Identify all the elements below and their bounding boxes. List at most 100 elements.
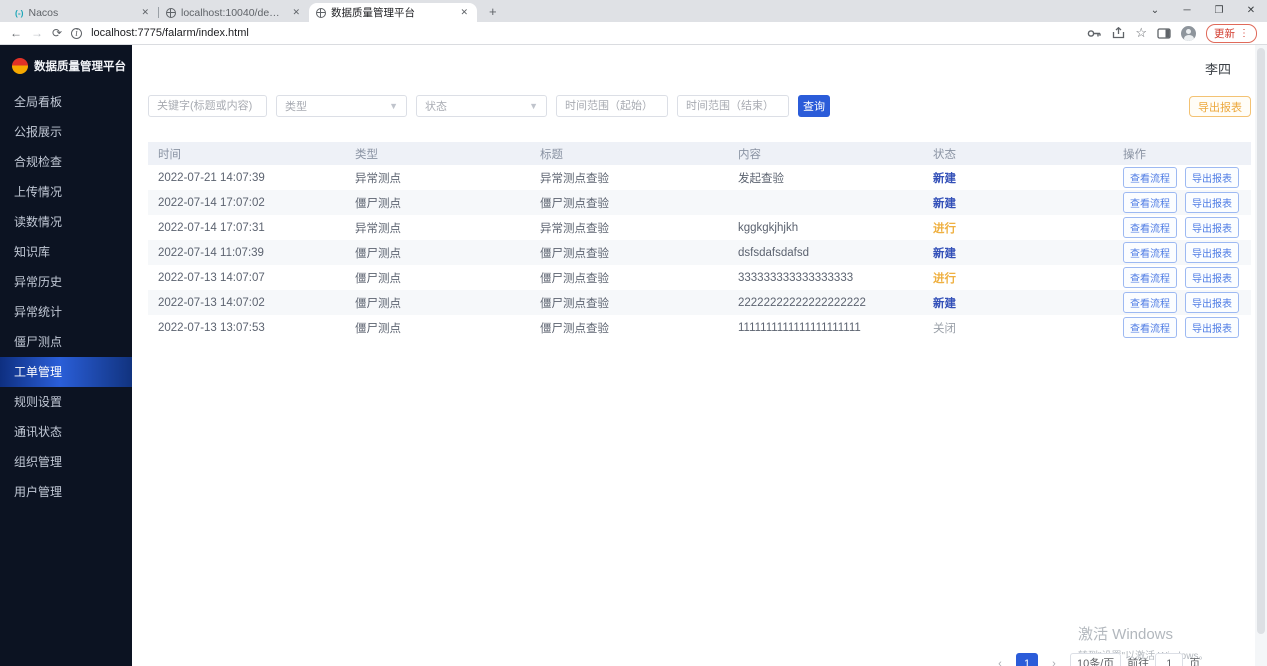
sidebar-item-4[interactable]: 读数情况 bbox=[0, 207, 132, 237]
status-select[interactable]: 状态 ▼ bbox=[416, 95, 547, 117]
work-order-table: 时间 类型 标题 内容 状态 操作 2022-07-21 14:07:39异常测… bbox=[148, 142, 1251, 340]
status-badge: 新建 bbox=[923, 245, 1113, 261]
page-scrollbar[interactable] bbox=[1255, 45, 1267, 666]
sidebar-item-7[interactable]: 异常统计 bbox=[0, 297, 132, 327]
table-row: 2022-07-13 14:07:07僵尸测点僵尸测点查验33333333333… bbox=[148, 265, 1251, 290]
view-process-button[interactable]: 查看流程 bbox=[1123, 292, 1177, 313]
tab-data-quality-platform[interactable]: 数据质量管理平台 ✕ bbox=[309, 3, 477, 22]
tab-close-icon[interactable]: ✕ bbox=[458, 7, 470, 18]
cell-operations: 查看流程导出报表 bbox=[1113, 292, 1251, 313]
user-name[interactable]: 李四 bbox=[1205, 59, 1231, 78]
column-header-type: 类型 bbox=[345, 146, 530, 162]
sidebar-item-13[interactable]: 用户管理 bbox=[0, 477, 132, 507]
status-badge: 进行 bbox=[923, 220, 1113, 236]
brand-logo-icon bbox=[12, 58, 28, 74]
view-process-button[interactable]: 查看流程 bbox=[1123, 167, 1177, 188]
export-report-row-button[interactable]: 导出报表 bbox=[1185, 292, 1239, 313]
export-report-row-button[interactable]: 导出报表 bbox=[1185, 317, 1239, 338]
chrome-update-button[interactable]: 更新 ⋮ bbox=[1206, 24, 1257, 43]
type-select-placeholder: 类型 bbox=[285, 98, 307, 114]
pagination-prev-icon[interactable]: ‹ bbox=[990, 653, 1010, 666]
view-process-button[interactable]: 查看流程 bbox=[1123, 317, 1177, 338]
export-report-button[interactable]: 导出报表 bbox=[1189, 96, 1251, 117]
cell-content: 1111111111111111111111 bbox=[728, 322, 923, 334]
search-button[interactable]: 查询 bbox=[798, 95, 830, 117]
cell-type: 僵尸测点 bbox=[345, 245, 530, 261]
table-row: 2022-07-14 17:07:02僵尸测点僵尸测点查验新建查看流程导出报表 bbox=[148, 190, 1251, 215]
cell-content: 22222222222222222222 bbox=[728, 297, 923, 309]
sidebar-item-5[interactable]: 知识库 bbox=[0, 237, 132, 267]
back-icon[interactable]: ← bbox=[10, 26, 22, 40]
time-range-end-input[interactable] bbox=[677, 95, 789, 117]
export-report-row-button[interactable]: 导出报表 bbox=[1185, 217, 1239, 238]
browser-tab-strip: (-) Nacos ✕ localhost:10040/demo/psjdbc … bbox=[0, 0, 1267, 22]
sidebar-item-1[interactable]: 公报展示 bbox=[0, 117, 132, 147]
export-report-row-button[interactable]: 导出报表 bbox=[1185, 242, 1239, 263]
window-chevron-icon[interactable]: ⌄ bbox=[1139, 0, 1171, 22]
scrollbar-thumb[interactable] bbox=[1257, 48, 1265, 634]
reload-icon[interactable]: ⟳ bbox=[52, 26, 62, 40]
view-process-button[interactable]: 查看流程 bbox=[1123, 217, 1177, 238]
brand: 数据质量管理平台 bbox=[0, 45, 132, 83]
sidebar-item-0[interactable]: 全局看板 bbox=[0, 87, 132, 117]
status-select-placeholder: 状态 bbox=[425, 98, 447, 114]
site-info-icon[interactable]: i bbox=[71, 28, 82, 39]
status-badge: 新建 bbox=[923, 295, 1113, 311]
cell-title: 僵尸测点查验 bbox=[530, 245, 728, 261]
url-bar[interactable]: localhost:7775/falarm/index.html bbox=[91, 27, 1078, 39]
sidebar-item-6[interactable]: 异常历史 bbox=[0, 267, 132, 297]
view-process-button[interactable]: 查看流程 bbox=[1123, 267, 1177, 288]
sidebar-item-3[interactable]: 上传情况 bbox=[0, 177, 132, 207]
window-restore-icon[interactable]: ❐ bbox=[1203, 0, 1235, 22]
pagination-jump-input[interactable]: 1 bbox=[1155, 653, 1183, 666]
key-icon[interactable] bbox=[1087, 28, 1102, 39]
sidebar-item-9-active[interactable]: 工单管理 bbox=[0, 357, 132, 387]
bookmark-star-icon[interactable]: ☆ bbox=[1135, 25, 1147, 41]
sidebar-item-11[interactable]: 通讯状态 bbox=[0, 417, 132, 447]
tab-title: Nacos bbox=[29, 7, 135, 19]
view-process-button[interactable]: 查看流程 bbox=[1123, 192, 1177, 213]
pagination-page-size-select[interactable]: 10条/页 bbox=[1070, 653, 1121, 666]
window-close-icon[interactable]: ✕ bbox=[1235, 0, 1267, 22]
export-report-row-button[interactable]: 导出报表 bbox=[1185, 267, 1239, 288]
status-badge: 关闭 bbox=[923, 320, 1113, 336]
globe-icon bbox=[166, 8, 176, 18]
window-minimize-icon[interactable]: ─ bbox=[1171, 0, 1203, 22]
sidebar-item-10[interactable]: 规则设置 bbox=[0, 387, 132, 417]
view-process-button[interactable]: 查看流程 bbox=[1123, 242, 1177, 263]
cell-content: kggkgkjhjkh bbox=[728, 222, 923, 234]
table-row: 2022-07-13 13:07:53僵尸测点僵尸测点查验11111111111… bbox=[148, 315, 1251, 340]
keyword-input[interactable] bbox=[148, 95, 267, 117]
tab-nacos[interactable]: (-) Nacos ✕ bbox=[8, 3, 158, 22]
cell-content: dsfsdafsdafsd bbox=[728, 247, 923, 259]
new-tab-button[interactable]: + bbox=[484, 4, 502, 19]
share-icon[interactable] bbox=[1112, 27, 1125, 39]
sidebar-item-12[interactable]: 组织管理 bbox=[0, 447, 132, 477]
export-report-row-button[interactable]: 导出报表 bbox=[1185, 192, 1239, 213]
tab-localhost-demo[interactable]: localhost:10040/demo/psjdbc ✕ bbox=[159, 3, 309, 22]
globe-icon bbox=[316, 8, 326, 18]
time-range-start-input[interactable] bbox=[556, 95, 668, 117]
tab-close-icon[interactable]: ✕ bbox=[139, 7, 151, 18]
cell-time: 2022-07-13 14:07:02 bbox=[148, 297, 345, 309]
cell-time: 2022-07-13 14:07:07 bbox=[148, 272, 345, 284]
profile-avatar[interactable] bbox=[1181, 26, 1196, 41]
forward-icon: → bbox=[31, 26, 43, 40]
cell-operations: 查看流程导出报表 bbox=[1113, 217, 1251, 238]
cell-time: 2022-07-13 13:07:53 bbox=[148, 322, 345, 334]
browser-navbar: ← → ⟳ i localhost:7775/falarm/index.html… bbox=[0, 22, 1267, 45]
menu-dots-icon[interactable]: ⋮ bbox=[1239, 28, 1249, 39]
sidebar-item-8[interactable]: 僵尸测点 bbox=[0, 327, 132, 357]
sidebar-item-2[interactable]: 合规检查 bbox=[0, 147, 132, 177]
type-select[interactable]: 类型 ▼ bbox=[276, 95, 407, 117]
tab-close-icon[interactable]: ✕ bbox=[290, 7, 302, 18]
cell-time: 2022-07-14 17:07:02 bbox=[148, 197, 345, 209]
pagination: ‹ 1 › 10条/页 前往 1 页 bbox=[990, 653, 1200, 666]
export-report-row-button[interactable]: 导出报表 bbox=[1185, 167, 1239, 188]
column-header-content: 内容 bbox=[728, 146, 923, 162]
pagination-page-1[interactable]: 1 bbox=[1016, 653, 1038, 666]
pagination-next-icon[interactable]: › bbox=[1044, 653, 1064, 666]
side-panel-icon[interactable] bbox=[1157, 28, 1171, 39]
cell-title: 僵尸测点查验 bbox=[530, 320, 728, 336]
cell-time: 2022-07-14 11:07:39 bbox=[148, 247, 345, 259]
